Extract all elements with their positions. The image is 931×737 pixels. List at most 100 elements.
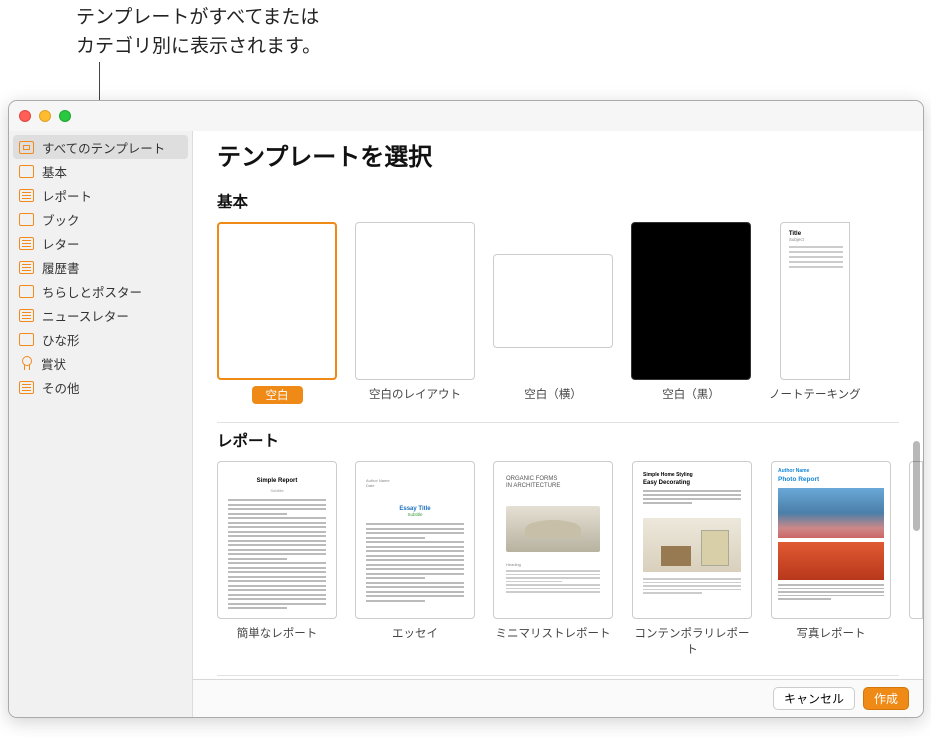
thumb-text: Easy Decorating — [643, 480, 741, 486]
other-icon — [19, 381, 34, 394]
template-thumb: Title Subject — [780, 222, 850, 380]
traffic-lights — [19, 110, 71, 122]
sidebar-item-label: レポート — [42, 186, 92, 205]
sidebar-item-label: レター — [42, 234, 80, 253]
template-notetaking[interactable]: Title Subject ノートテーキング — [769, 222, 861, 404]
sidebar-item-flyer[interactable]: ちらしとポスター — [9, 279, 192, 303]
template-label: コンテンポラリレポート — [631, 625, 753, 657]
resume-icon — [19, 261, 34, 274]
callout-line1: テンプレートがすべてまたは — [76, 4, 321, 33]
report-icon — [19, 189, 34, 202]
sidebar-item-label: ブック — [42, 210, 80, 229]
newsletter-icon — [19, 309, 34, 322]
sidebar-item-label: 基本 — [42, 162, 67, 181]
sidebar-item-all[interactable]: すべてのテンプレート — [13, 135, 188, 159]
templates-icon — [19, 141, 34, 154]
template-blank[interactable]: 空白 — [217, 222, 337, 404]
sidebar-item-report[interactable]: レポート — [9, 183, 192, 207]
divider — [217, 675, 899, 676]
thumb-image — [778, 542, 884, 580]
sidebar-item-label: ひな形 — [42, 330, 80, 349]
template-grid-report: Simple Report Subtitle — [217, 461, 923, 657]
ribbon-icon — [19, 356, 33, 370]
thumb-image — [643, 518, 741, 572]
sidebar-item-label: その他 — [42, 378, 80, 397]
template-chooser-window: すべてのテンプレート 基本 レポート ブック レター 履歴書 — [8, 100, 924, 718]
footer: キャンセル 作成 — [193, 679, 923, 717]
sidebar-item-other[interactable]: その他 — [9, 375, 192, 399]
main-area: テンプレートを選択 基本 空白 空白のレイアウト 空白（横） — [193, 131, 923, 717]
sidebar-item-label: ニュースレター — [42, 306, 129, 325]
template-blank-black[interactable]: 空白（黒） — [631, 222, 751, 404]
template-label: 写真レポート — [797, 625, 866, 641]
template-label: 簡単なレポート — [237, 625, 318, 641]
scrollbar[interactable] — [913, 441, 920, 531]
template-thumb: Author NameDate Essay Title Subtitle — [355, 461, 475, 619]
thumb-text: Subject — [789, 237, 843, 242]
template-thumb — [631, 222, 751, 380]
callout-text: テンプレートがすべてまたは カテゴリ別に表示されます。 — [76, 4, 321, 61]
thumb-text: Photo Report — [778, 476, 819, 483]
template-grid-basic: 空白 空白のレイアウト 空白（横） 空白（黒） — [217, 222, 923, 404]
thumb-text: ORGANIC FORMS — [506, 476, 557, 482]
template-label: ノートテーキング — [769, 386, 861, 402]
template-essay[interactable]: Author NameDate Essay Title Subtitle — [355, 461, 475, 657]
thumb-text: Simple Report — [228, 478, 326, 484]
minimize-icon[interactable] — [39, 110, 51, 122]
template-label: 空白（横） — [524, 386, 582, 402]
flyer-icon — [19, 285, 34, 298]
book-icon — [19, 213, 34, 226]
create-button[interactable]: 作成 — [863, 687, 909, 710]
template-label: 空白 — [252, 386, 303, 404]
template-thumb — [217, 222, 337, 380]
template-thumb: Author Name Photo Report — [771, 461, 891, 619]
template-label: 空白（黒） — [662, 386, 720, 402]
sidebar-item-newsletter[interactable]: ニュースレター — [9, 303, 192, 327]
letter-icon — [19, 237, 34, 250]
stationery-icon — [19, 333, 34, 346]
template-photo-report[interactable]: Author Name Photo Report 写真レポート — [771, 461, 891, 657]
template-label: 空白のレイアウト — [369, 386, 461, 402]
thumb-text: Heading — [506, 562, 600, 567]
thumb-image — [506, 506, 600, 552]
sidebar-item-label: 賞状 — [41, 354, 66, 373]
section-heading-report: レポート — [217, 429, 923, 451]
template-contemporary-report[interactable]: Simple Home Styling Easy Decorating — [631, 461, 753, 657]
template-blank-landscape[interactable]: 空白（横） — [493, 222, 613, 404]
thumb-text: Subtitle — [366, 512, 464, 517]
cancel-button[interactable]: キャンセル — [773, 687, 855, 710]
sidebar-item-stationery[interactable]: ひな形 — [9, 327, 192, 351]
template-blank-layout[interactable]: 空白のレイアウト — [355, 222, 475, 404]
template-thumb: ORGANIC FORMS IN ARCHITECTURE Heading — [493, 461, 613, 619]
template-thumb: Simple Home Styling Easy Decorating — [632, 461, 752, 619]
template-label: ミニマリストレポート — [496, 625, 611, 641]
template-minimalist-report[interactable]: ORGANIC FORMS IN ARCHITECTURE Heading — [493, 461, 613, 657]
sidebar-item-basic[interactable]: 基本 — [9, 159, 192, 183]
sidebar-item-label: 履歴書 — [42, 258, 80, 277]
page-icon — [19, 165, 34, 178]
thumb-text: Simple Home Styling — [643, 472, 741, 478]
thumb-text: IN ARCHITECTURE — [506, 483, 560, 489]
template-simple-report[interactable]: Simple Report Subtitle — [217, 461, 337, 657]
template-thumb: Simple Report Subtitle — [217, 461, 337, 619]
template-thumb — [355, 222, 475, 380]
zoom-icon[interactable] — [59, 110, 71, 122]
sidebar-item-resume[interactable]: 履歴書 — [9, 255, 192, 279]
sidebar-item-label: すべてのテンプレート — [42, 138, 165, 157]
thumb-text: Author Name — [778, 468, 809, 474]
thumb-text: Subtitle — [228, 488, 326, 493]
template-thumb — [493, 254, 613, 348]
sidebar-item-label: ちらしとポスター — [42, 282, 142, 301]
sidebar-item-certificate[interactable]: 賞状 — [9, 351, 192, 375]
close-icon[interactable] — [19, 110, 31, 122]
template-label — [914, 625, 917, 637]
section-heading-basic: 基本 — [217, 190, 923, 212]
template-label: エッセイ — [392, 625, 438, 641]
divider — [217, 422, 899, 423]
sidebar-item-letter[interactable]: レター — [9, 231, 192, 255]
titlebar — [9, 101, 923, 131]
thumb-image — [778, 488, 884, 538]
sidebar-item-book[interactable]: ブック — [9, 207, 192, 231]
callout-line2: カテゴリ別に表示されます。 — [76, 33, 321, 62]
page-title: テンプレートを選択 — [217, 137, 923, 172]
